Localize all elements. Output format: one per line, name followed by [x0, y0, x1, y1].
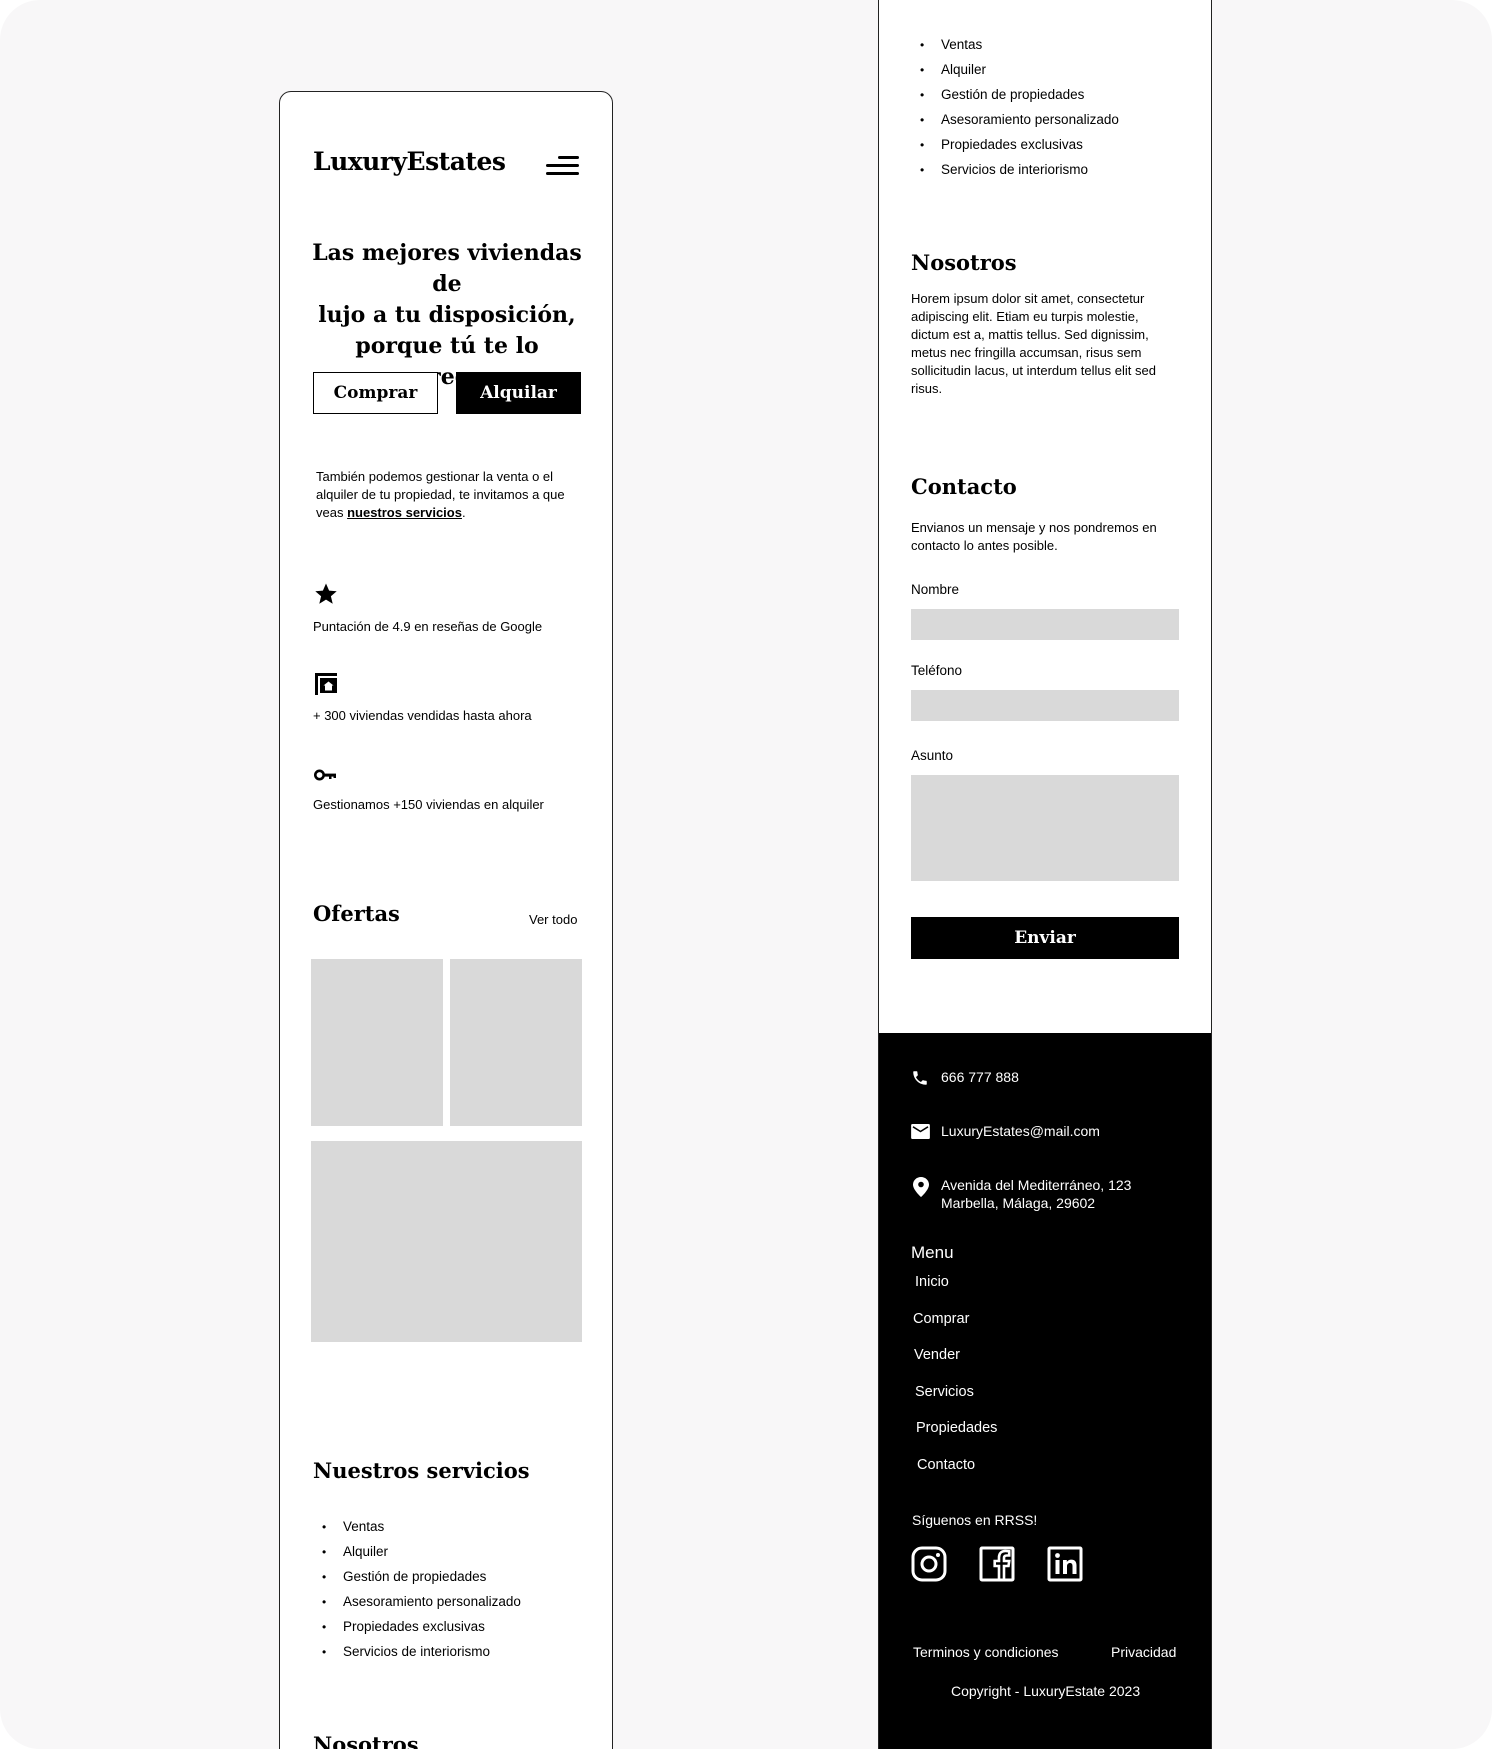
intro-suffix: .	[461, 505, 466, 520]
address-line: Avenida del Mediterráneo, 123	[941, 1177, 1132, 1193]
rent-button[interactable]: Alquilar	[456, 372, 581, 414]
contact-intro-line: contacto lo antes posible.	[911, 538, 1058, 553]
contact-intro: Envianos un mensaje y nos pondremos en c…	[911, 519, 1191, 555]
star-icon	[314, 582, 338, 606]
mobile-screen-home: LuxuryEstates Las mejores viviendas de l…	[279, 91, 613, 1749]
offer-card-image[interactable]	[450, 959, 582, 1126]
contact-title: Contacto	[911, 474, 1017, 499]
about-text: Horem ipsum dolor sit amet, consectetur …	[911, 290, 1191, 398]
see-all-link[interactable]: Ver todo	[529, 911, 577, 929]
menu-icon[interactable]	[546, 156, 579, 180]
list-item: Asesoramiento personalizado	[322, 1593, 521, 1618]
about-title: Nosotros	[313, 1732, 419, 1749]
offers-title: Ofertas	[313, 901, 400, 926]
name-field[interactable]	[911, 609, 1179, 640]
list-item: Gestión de propiedades	[322, 1568, 521, 1593]
phone-field[interactable]	[911, 690, 1179, 721]
list-item: Alquiler	[322, 1543, 521, 1568]
copyright: Copyright - LuxuryEstate 2023	[951, 1683, 1141, 1699]
send-button[interactable]: Enviar	[911, 917, 1179, 959]
offer-card-image-large[interactable]	[311, 1141, 582, 1342]
intro-line: También podemos gestionar la venta o el	[316, 469, 554, 484]
footer-menu-propiedades[interactable]: Propiedades	[916, 1420, 997, 1436]
house-sign-icon	[314, 672, 338, 696]
list-item: Propiedades exclusivas	[322, 1618, 521, 1643]
services-list: Ventas Alquiler Gestión de propiedades A…	[322, 1518, 521, 1668]
instagram-icon[interactable]	[911, 1546, 947, 1582]
hero-title-line: Las mejores viviendas de	[312, 240, 582, 297]
follow-text: Síguenos en RRSS!	[912, 1512, 1038, 1528]
mobile-screen-home-continued: Nuestros servicios Ventas Alquiler Gesti…	[878, 0, 1212, 1749]
footer-menu-contacto[interactable]: Contacto	[917, 1457, 975, 1473]
phone-label: Teléfono	[911, 663, 963, 678]
list-item: Alquiler	[920, 61, 1119, 86]
subject-field[interactable]	[911, 775, 1179, 881]
phone-icon	[911, 1069, 929, 1087]
terms-link[interactable]: Terminos y condiciones	[913, 1644, 1059, 1660]
about-line: metus nec fringilla accumsan, risus sem	[911, 345, 1142, 360]
subject-label: Asunto	[911, 748, 954, 763]
footer-menu-servicios[interactable]: Servicios	[915, 1384, 974, 1400]
contact-intro-line: Envianos un mensaje y nos pondremos en	[911, 520, 1157, 535]
hero-title: Las mejores viviendas de lujo a tu dispo…	[300, 238, 594, 393]
privacy-link[interactable]: Privacidad	[1111, 1644, 1176, 1660]
location-pin-icon	[913, 1177, 929, 1197]
about-line: adipiscing elit. Etiam eu turpis molesti…	[911, 309, 1139, 324]
about-title: Nosotros	[911, 250, 1017, 275]
footer: 666 777 888 LuxuryEstates@mail.com Aveni…	[879, 1033, 1211, 1749]
linkedin-icon[interactable]	[1047, 1546, 1083, 1582]
list-item: Servicios de interiorismo	[920, 161, 1119, 186]
key-icon	[314, 768, 338, 782]
about-line: sollicitudin lacus, ut interdum tellus e…	[911, 363, 1156, 378]
offer-card-image[interactable]	[311, 959, 443, 1126]
stat-sold-text: + 300 viviendas vendidas hasta ahora	[313, 708, 532, 723]
footer-menu-vender[interactable]: Vender	[914, 1347, 960, 1363]
services-title: Nuestros servicios	[313, 1458, 530, 1483]
list-item: Ventas	[920, 36, 1119, 61]
list-item: Servicios de interiorismo	[322, 1643, 521, 1668]
about-line: risus.	[911, 381, 943, 396]
hero-title-line: lujo a tu disposición,	[318, 302, 576, 328]
footer-menu-inicio[interactable]: Inicio	[915, 1274, 949, 1290]
footer-email[interactable]: LuxuryEstates@mail.com	[941, 1123, 1100, 1139]
about-line: Horem ipsum dolor sit amet, consectetur	[911, 291, 1145, 306]
list-item: Gestión de propiedades	[920, 86, 1119, 111]
footer-address: Avenida del Mediterráneo, 123 Marbella, …	[941, 1177, 1131, 1211]
stat-rent-text: Gestionamos +150 viviendas en alquiler	[313, 797, 544, 812]
brand-logo[interactable]: LuxuryEstates	[313, 147, 506, 176]
intro-prefix: veas	[316, 505, 348, 520]
services-list: Ventas Alquiler Gestión de propiedades A…	[920, 36, 1119, 186]
intro-line: veas nuestros servicios.	[316, 504, 586, 522]
footer-menu-title: Menu	[911, 1243, 954, 1262]
intro-text: También podemos gestionar la venta o el …	[316, 468, 586, 522]
list-item: Ventas	[322, 1518, 521, 1543]
name-label: Nombre	[911, 582, 960, 597]
list-item: Asesoramiento personalizado	[920, 111, 1119, 136]
footer-menu-comprar[interactable]: Comprar	[913, 1311, 969, 1327]
address-line: Marbella, Málaga, 29602	[941, 1195, 1096, 1211]
buy-button[interactable]: Comprar	[313, 372, 438, 414]
services-link[interactable]: nuestros servicios	[347, 505, 462, 520]
list-item: Propiedades exclusivas	[920, 136, 1119, 161]
stat-rating-text: Puntación de 4.9 en reseñas de Google	[313, 619, 543, 634]
about-line: dictum est a, mattis tellus. Sed digniss…	[911, 327, 1149, 342]
canvas: LuxuryEstates Las mejores viviendas de l…	[0, 0, 1492, 1749]
mail-icon	[911, 1124, 930, 1139]
intro-line: alquiler de tu propiedad, te invitamos a…	[316, 487, 565, 502]
facebook-icon[interactable]	[979, 1546, 1015, 1582]
footer-phone[interactable]: 666 777 888	[941, 1069, 1019, 1085]
